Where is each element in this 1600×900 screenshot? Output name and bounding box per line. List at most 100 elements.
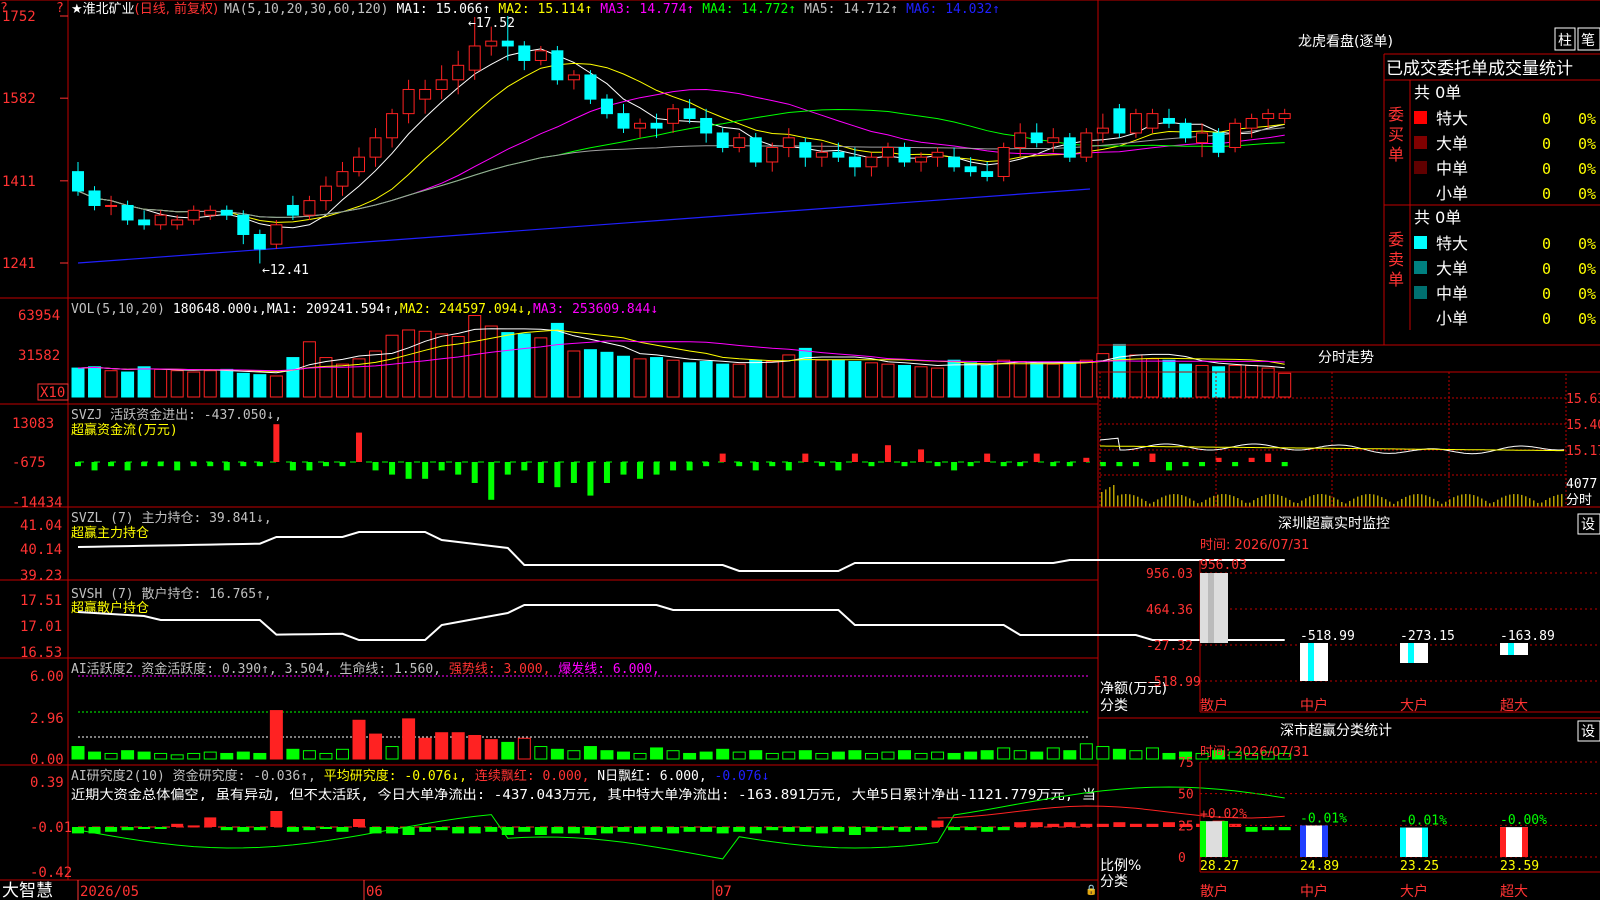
svzj-bar[interactable]	[918, 449, 925, 462]
ai-research-bar[interactable]	[270, 811, 283, 827]
svzj-bar[interactable]	[1165, 462, 1172, 471]
svzj-bar[interactable]	[967, 462, 974, 467]
ai-active-bar[interactable]	[104, 752, 118, 760]
candle-body[interactable]	[667, 108, 680, 124]
volume-bar[interactable]	[699, 361, 713, 398]
svzj-bar[interactable]	[537, 462, 544, 483]
ai-active-bar[interactable]	[501, 741, 515, 760]
volume-bar[interactable]	[914, 366, 928, 398]
volume-bar[interactable]	[815, 359, 829, 398]
ai-active-bar[interactable]	[121, 750, 135, 760]
ai-active-bar[interactable]	[170, 754, 184, 760]
ai-active-bar[interactable]	[418, 737, 432, 760]
ai-research-bar[interactable]	[501, 827, 514, 835]
svzj-bar[interactable]	[1248, 457, 1255, 462]
svzj-bar[interactable]	[703, 462, 710, 467]
ai-active-bar[interactable]	[451, 732, 465, 760]
candle-body[interactable]	[766, 146, 779, 163]
ai-research-bar[interactable]	[1063, 822, 1076, 827]
candle-body[interactable]	[584, 74, 597, 100]
volume-bar[interactable]	[71, 367, 85, 398]
volume-bar[interactable]	[1112, 343, 1126, 398]
candle-body[interactable]	[88, 190, 101, 206]
volume-bar[interactable]	[154, 368, 168, 398]
svzj-bar[interactable]	[1083, 457, 1090, 462]
svzj-bar[interactable]	[1149, 453, 1156, 462]
volume-bar[interactable]	[864, 362, 878, 398]
svzj-bar[interactable]	[1199, 462, 1206, 467]
ai-active-bar[interactable]	[749, 750, 763, 760]
volume-bar[interactable]	[583, 349, 597, 398]
candle-body[interactable]	[948, 156, 961, 168]
volume-bar[interactable]	[385, 334, 399, 398]
svzj-bar[interactable]	[471, 462, 478, 483]
candle-body[interactable]	[369, 137, 382, 158]
ai-research-bar[interactable]	[336, 827, 349, 832]
svzj-bar[interactable]	[289, 462, 296, 471]
ai-research-bar[interactable]	[220, 827, 233, 831]
ai-active-bar[interactable]	[286, 748, 300, 760]
candle-body[interactable]	[617, 113, 630, 129]
volume-bar[interactable]	[269, 375, 283, 398]
ai-research-bar[interactable]	[1245, 827, 1258, 832]
svzj-bar[interactable]	[1116, 462, 1123, 467]
ai-research-bar[interactable]	[733, 827, 746, 832]
svzj-bar[interactable]	[256, 462, 263, 467]
candle-body[interactable]	[815, 151, 828, 158]
candle-body[interactable]	[1096, 127, 1109, 134]
ai-active-bar[interactable]	[137, 751, 151, 760]
sz-class-bar[interactable]	[1500, 827, 1528, 857]
ai-active-bar[interactable]	[534, 746, 548, 760]
volume-bar[interactable]	[1245, 364, 1259, 398]
candle-body[interactable]	[881, 146, 894, 158]
volume-bar[interactable]	[798, 347, 812, 398]
svzj-bar[interactable]	[868, 462, 875, 467]
volume-bar[interactable]	[616, 355, 630, 398]
ai-active-bar[interactable]	[1096, 746, 1110, 760]
candle-body[interactable]	[1179, 122, 1192, 139]
ai-active-bar[interactable]	[831, 751, 845, 760]
candle-body[interactable]	[154, 214, 167, 226]
candle-body[interactable]	[253, 233, 266, 250]
svzj-bar[interactable]	[1182, 462, 1189, 467]
svzj-bar[interactable]	[1232, 462, 1239, 467]
volume-bar[interactable]	[1228, 364, 1242, 398]
ai-active-bar[interactable]	[402, 718, 416, 760]
ai-research-bar[interactable]	[1262, 827, 1275, 831]
candle-body[interactable]	[1245, 117, 1258, 129]
svzj-bar[interactable]	[653, 462, 660, 475]
svzj-bar[interactable]	[240, 462, 247, 467]
ai-active-bar[interactable]	[699, 751, 713, 760]
svzj-bar[interactable]	[901, 462, 908, 467]
ai-active-bar[interactable]	[848, 750, 862, 760]
volume-bar[interactable]	[1145, 358, 1159, 398]
volume-bar[interactable]	[286, 357, 300, 398]
svzj-bar[interactable]	[670, 462, 677, 471]
volume-bar[interactable]	[1162, 359, 1176, 398]
ai-research-bar[interactable]	[402, 827, 415, 835]
ai-active-bar[interactable]	[964, 751, 978, 760]
ai-active-bar[interactable]	[947, 752, 961, 760]
volume-bar[interactable]	[501, 332, 515, 398]
svzj-bar[interactable]	[620, 462, 627, 475]
svzj-bar[interactable]	[1050, 462, 1057, 467]
candle-body[interactable]	[452, 64, 465, 81]
ai-research-bar[interactable]	[617, 827, 630, 832]
ai-research-bar[interactable]	[683, 827, 696, 832]
sz-monitor-bar[interactable]	[1200, 573, 1228, 643]
candle-body[interactable]	[964, 166, 977, 173]
ai-active-bar[interactable]	[1063, 750, 1077, 760]
ai-active-bar[interactable]	[468, 734, 482, 760]
volume-bar[interactable]	[831, 359, 845, 398]
candle-body[interactable]	[402, 88, 415, 115]
volume-bar[interactable]	[369, 350, 383, 398]
svzj-bar[interactable]	[554, 462, 561, 488]
sz-monitor-bar[interactable]	[1500, 642, 1528, 655]
volume-bar[interactable]	[997, 359, 1011, 398]
candle-body[interactable]	[1063, 137, 1076, 158]
ai-research-bar[interactable]	[319, 827, 332, 829]
candle-body[interactable]	[997, 146, 1010, 177]
ai-research-bar[interactable]	[931, 820, 944, 827]
candle-body[interactable]	[915, 156, 928, 163]
ai-active-bar[interactable]	[898, 750, 911, 760]
